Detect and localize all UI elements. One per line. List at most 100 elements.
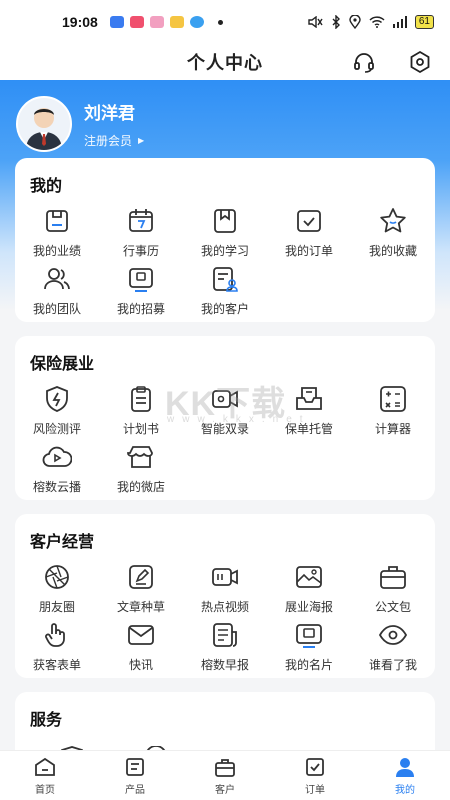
menu-item-news-flash[interactable]: 快讯	[99, 620, 183, 678]
menu-item-study[interactable]: 我的学习	[183, 206, 267, 264]
system-indicators: 61	[307, 15, 434, 29]
video-icon	[212, 568, 238, 586]
menu-item-risk-assessment[interactable]: 风险测评	[15, 384, 99, 442]
calculator-icon	[380, 386, 406, 412]
newspaper-icon	[213, 623, 237, 647]
profile-summary[interactable]: 刘洋君 注册会员 ▶	[16, 96, 144, 152]
menu-item-favorites[interactable]: 我的收藏	[351, 206, 435, 264]
hand-icon	[45, 623, 65, 647]
product-icon	[126, 758, 144, 776]
performance-icon	[46, 210, 68, 232]
more-notifications-icon	[217, 19, 223, 25]
status-time: 19:08	[62, 14, 98, 30]
tab-mine[interactable]: 我的	[360, 751, 450, 800]
app-notification-icon	[169, 16, 184, 28]
recruit-icon	[129, 268, 153, 292]
user-avatar-icon	[26, 108, 62, 150]
tab-clients[interactable]: 客户	[180, 751, 270, 800]
menu-item-moments[interactable]: 朋友圈	[15, 562, 99, 620]
title-bar: 个人中心	[0, 44, 450, 80]
menu-item-label: 榕数早报	[200, 658, 249, 672]
menu-item-business-card[interactable]: 我的名片	[267, 620, 351, 678]
menu-item-label: 文章种草	[116, 600, 165, 614]
menu-item-lead-form[interactable]: 获客表单	[15, 620, 99, 678]
app-notification-icon	[189, 16, 204, 28]
tab-label: 产品	[125, 785, 145, 796]
menu-item-morning-report[interactable]: 榕数早报	[183, 620, 267, 678]
customer-service-button[interactable]	[350, 48, 378, 76]
menu-item-label: 朋友圈	[38, 600, 75, 614]
menu-item-customers[interactable]: 我的客户	[183, 264, 267, 322]
menu-item-cloud-broadcast[interactable]: 榕数云播	[15, 442, 99, 500]
eye-icon	[378, 625, 408, 645]
menu-item-plan[interactable]: 计划书	[99, 384, 183, 442]
menu-item-orders[interactable]: 我的订单	[267, 206, 351, 264]
menu-item-label: 我的收藏	[368, 244, 417, 258]
app-notification-icon	[129, 16, 144, 28]
edit-icon	[129, 565, 153, 589]
menu-item-hot-videos[interactable]: 热点视频	[183, 562, 267, 620]
tab-label: 我的	[395, 785, 415, 796]
bluetooth-icon	[332, 15, 340, 29]
menu-item-label: 我的学习	[200, 244, 249, 258]
location-icon	[349, 15, 361, 29]
calendar-icon	[129, 209, 153, 232]
cloud-play-icon	[42, 446, 72, 467]
image-icon	[296, 566, 322, 588]
menu-item-label: 公文包	[374, 600, 411, 614]
client-icon	[215, 759, 235, 777]
card-icon	[296, 624, 322, 648]
notification-icons	[109, 16, 204, 28]
menu-item-label: 获客表单	[32, 658, 81, 672]
study-icon	[214, 209, 236, 233]
section-title-customers: 客户经营	[30, 534, 95, 551]
menu-item-my-shop[interactable]: 我的微店	[99, 442, 183, 500]
menu-item-visitors[interactable]: 谁看了我	[351, 620, 435, 678]
status-bar: 19:08 61	[0, 0, 450, 44]
menu-item-calculator[interactable]: 计算器	[351, 384, 435, 442]
tab-orders[interactable]: 订单	[270, 751, 360, 800]
battery-indicator: 61	[414, 15, 434, 29]
member-level-link[interactable]: 注册会员 ▶	[84, 132, 144, 149]
bottom-tab-bar: 首页 产品 客户 订单 我的	[0, 750, 450, 800]
menu-item-label: 保单托管	[284, 422, 333, 436]
menu-item-label: 风险测评	[32, 422, 81, 436]
menu-item-team[interactable]: 我的团队	[15, 264, 99, 322]
wifi-icon	[369, 16, 385, 28]
menu-item-posters[interactable]: 展业海报	[267, 562, 351, 620]
section-title-mine: 我的	[30, 178, 63, 195]
menu-item-articles[interactable]: 文章种草	[99, 562, 183, 620]
menu-item-label: 行事历	[122, 244, 159, 258]
shield-icon	[46, 386, 68, 412]
settings-button[interactable]	[406, 48, 434, 76]
menu-item-label: 我的名片	[284, 658, 333, 672]
menu-item-label: 榕数云播	[32, 480, 81, 494]
page-title: 个人中心	[187, 53, 263, 73]
menu-item-label: 展业海报	[284, 600, 333, 614]
menu-item-label: 智能双录	[200, 422, 249, 436]
headset-icon	[354, 53, 374, 73]
menu-item-recruit[interactable]: 我的招募	[99, 264, 183, 322]
menu-item-performance[interactable]: 我的业绩	[15, 206, 99, 264]
mail-icon	[128, 625, 154, 645]
user-name: 刘洋君	[84, 104, 135, 123]
menu-item-label: 我的客户	[200, 302, 249, 316]
menu-item-label: 我的招募	[116, 302, 165, 316]
menu-item-label: 我的业绩	[32, 244, 81, 258]
mute-icon	[308, 16, 323, 28]
menu-item-label: 我的团队	[32, 302, 81, 316]
menu-item-label: 我的微店	[116, 480, 165, 494]
menu-item-smart-recording[interactable]: 智能双录	[183, 384, 267, 442]
menu-item-label: 谁看了我	[368, 658, 417, 672]
chevron-right-icon: ▶	[138, 136, 145, 145]
card-mine: 我的 我的业绩 行事历 我的学习 我的订单 我的收藏 我的团队 我的招募 我的客…	[15, 158, 435, 322]
menu-item-calendar[interactable]: 行事历	[99, 206, 183, 264]
tab-home[interactable]: 首页	[0, 751, 90, 800]
menu-item-label: 计划书	[122, 422, 159, 436]
avatar[interactable]	[16, 96, 72, 152]
menu-item-label: 热点视频	[200, 600, 249, 614]
tab-products[interactable]: 产品	[90, 751, 180, 800]
settings-hexagon-icon	[410, 50, 430, 74]
menu-item-briefcase[interactable]: 公文包	[351, 562, 435, 620]
menu-item-policy-custody[interactable]: 保单托管	[267, 384, 351, 442]
